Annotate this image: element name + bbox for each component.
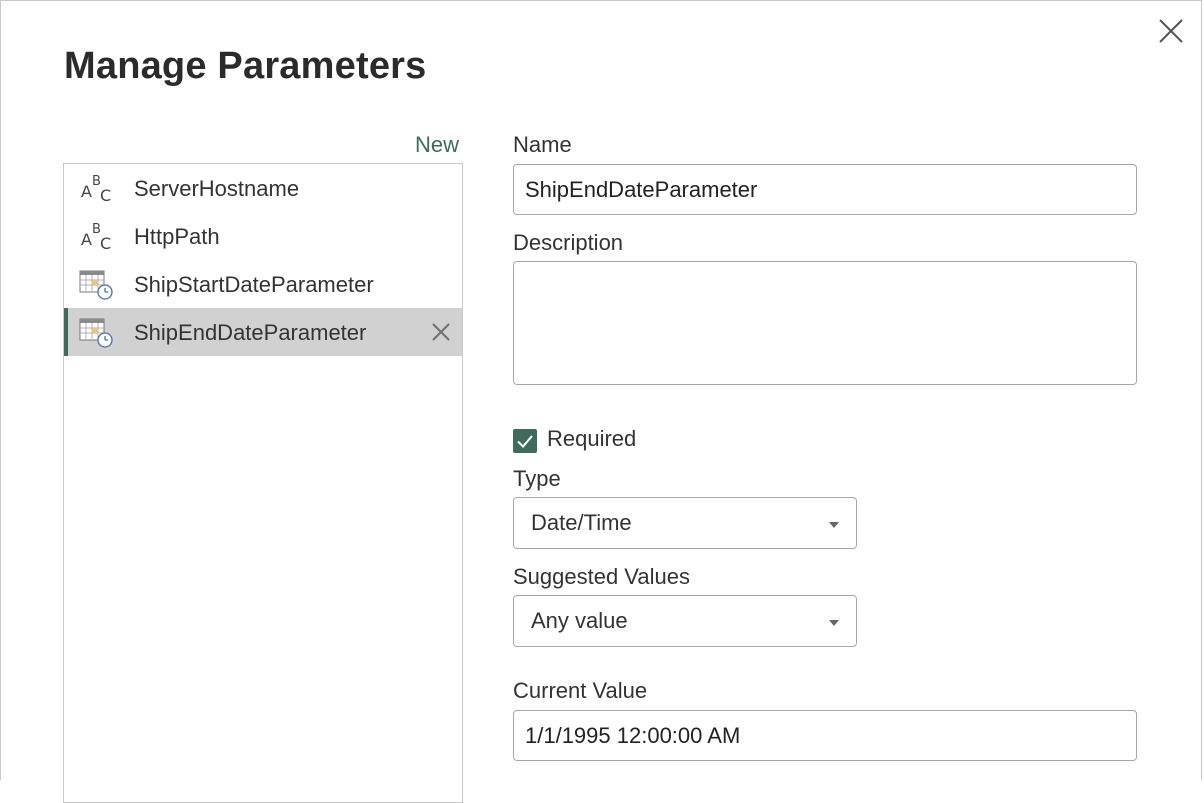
close-icon [432, 323, 450, 341]
parameter-item-serverhostname[interactable]: A B C ServerHostname [64, 164, 462, 212]
description-label: Description [513, 230, 624, 255]
close-button[interactable] [1153, 13, 1189, 49]
datetime-type-icon [79, 318, 113, 348]
new-parameter-link[interactable]: New [415, 132, 459, 158]
dialog-title: Manage Parameters [64, 45, 427, 87]
remove-parameter-button[interactable] [430, 321, 452, 343]
required-checkbox[interactable] [513, 429, 537, 453]
name-label: Name [513, 132, 572, 157]
parameter-label: HttpPath [134, 224, 220, 249]
parameter-item-shipenddateparameter[interactable]: ShipEndDateParameter [64, 308, 462, 356]
required-label: Required [547, 426, 637, 451]
type-label: Type [513, 466, 561, 491]
description-input[interactable] [513, 261, 1137, 385]
parameter-label: ServerHostname [134, 176, 300, 201]
parameter-item-httppath[interactable]: A B C HttpPath [64, 212, 462, 260]
parameter-list: A B C ServerHostname A B C HttpPath Ship… [63, 163, 463, 803]
parameter-label: ShipStartDateParameter [134, 272, 374, 297]
suggested-values-select-value: Any value [531, 608, 628, 633]
type-select[interactable]: Date/Time [513, 497, 857, 549]
type-select-value: Date/Time [531, 510, 632, 535]
current-value-label: Current Value [513, 678, 648, 703]
suggested-values-label: Suggested Values [513, 564, 690, 589]
checkmark-icon [517, 435, 533, 448]
chevron-down-icon [829, 522, 839, 528]
text-type-icon: A B C [81, 174, 112, 205]
chevron-down-icon [829, 620, 839, 626]
current-value-input[interactable] [513, 710, 1137, 761]
parameter-item-shipstartdateparameter[interactable]: ShipStartDateParameter [64, 260, 462, 308]
suggested-values-select[interactable]: Any value [513, 595, 857, 647]
text-type-icon: A B C [81, 222, 112, 253]
manage-parameters-dialog: Manage Parameters New A B C ServerHostna… [0, 0, 1202, 803]
datetime-type-icon [79, 270, 113, 300]
name-input[interactable] [513, 164, 1137, 215]
parameter-label: ShipEndDateParameter [134, 320, 367, 345]
close-icon [1159, 19, 1183, 43]
